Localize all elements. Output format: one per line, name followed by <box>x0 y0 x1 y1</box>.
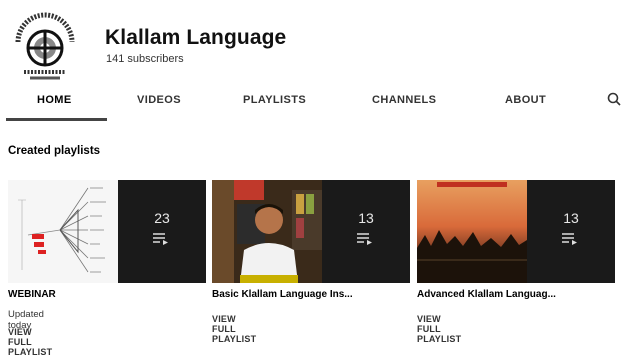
playlist-thumbnail[interactable]: 23 <box>8 180 206 283</box>
playlist-overlay: 13 <box>322 180 410 283</box>
active-tab-indicator <box>6 118 107 121</box>
tab-videos[interactable]: VIDEOS <box>137 94 181 106</box>
tab-about[interactable]: ABOUT <box>505 94 546 106</box>
tab-playlists[interactable]: PLAYLISTS <box>243 94 306 106</box>
video-count: 13 <box>358 210 374 226</box>
playlist-icon <box>153 233 168 245</box>
video-count: 13 <box>563 210 579 226</box>
playlist-overlay: 13 <box>527 180 615 283</box>
sunset-thumbnail-image <box>417 180 527 283</box>
channel-logo[interactable] <box>10 12 80 82</box>
video-count: 23 <box>154 210 170 226</box>
diagram-thumbnail-image <box>8 180 118 283</box>
channel-tabs: HOME VIDEOS PLAYLISTS CHANNELS ABOUT <box>0 88 621 122</box>
playlist-icon <box>357 233 372 245</box>
person-thumbnail-image <box>212 180 322 283</box>
view-full-playlist-link[interactable]: VIEW FULL PLAYLIST <box>8 327 52 357</box>
tab-channels[interactable]: CHANNELS <box>372 94 436 106</box>
tab-home[interactable]: HOME <box>37 94 72 106</box>
subscriber-count: 141 subscribers <box>106 53 184 65</box>
channel-name: Klallam Language <box>105 26 287 49</box>
section-title: Created playlists <box>8 145 101 157</box>
view-full-playlist-link[interactable]: VIEW FULL PLAYLIST <box>212 314 256 344</box>
view-full-playlist-link[interactable]: VIEW FULL PLAYLIST <box>417 314 461 344</box>
playlist-title[interactable]: Advanced Klallam Languag... <box>417 289 617 300</box>
playlist-title[interactable]: Basic Klallam Language Ins... <box>212 289 412 300</box>
search-icon[interactable] <box>607 92 621 106</box>
playlist-thumbnail[interactable]: 13 <box>212 180 410 283</box>
playlist-thumbnail[interactable]: 13 <box>417 180 615 283</box>
playlist-title[interactable]: WEBINAR <box>8 289 208 300</box>
playlist-icon <box>562 233 577 245</box>
playlist-overlay: 23 <box>118 180 206 283</box>
